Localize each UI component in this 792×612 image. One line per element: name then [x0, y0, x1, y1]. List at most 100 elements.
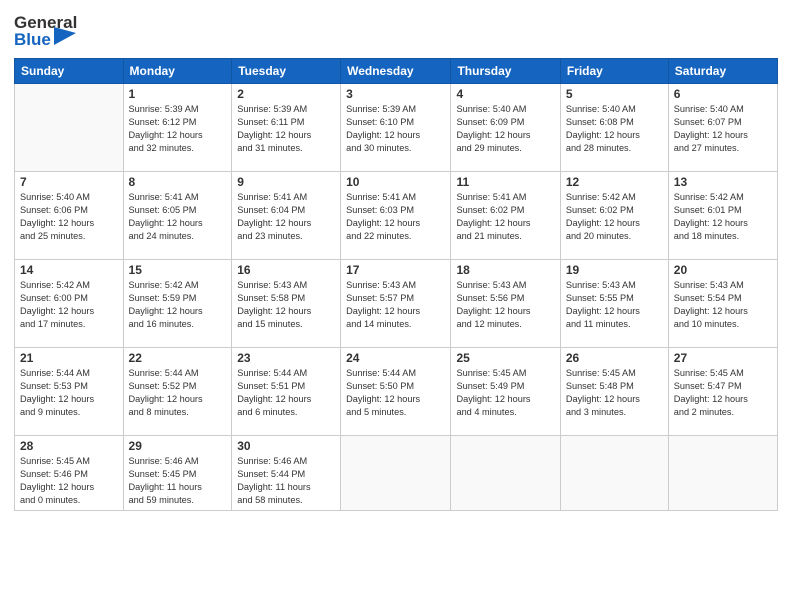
day-number: 9 [237, 175, 335, 189]
calendar-cell [15, 84, 124, 172]
day-info: Sunrise: 5:42 AM Sunset: 6:01 PM Dayligh… [674, 191, 772, 243]
day-number: 19 [566, 263, 663, 277]
calendar-cell: 13 Sunrise: 5:42 AM Sunset: 6:01 PM Dayli… [668, 172, 777, 260]
calendar-cell: 6Sunrise: 5:40 AM Sunset: 6:07 PM Daylig… [668, 84, 777, 172]
calendar-cell: 12 Sunrise: 5:42 AM Sunset: 6:02 PM Dayli… [560, 172, 668, 260]
day-info: Sunrise: 5:44 AM Sunset: 5:52 PM Dayligh… [129, 367, 227, 419]
day-info: Sunrise: 5:39 AM Sunset: 6:12 PM Dayligh… [129, 103, 227, 155]
day-info: Sunrise: 5:42 AM Sunset: 6:00 PM Dayligh… [20, 279, 118, 331]
calendar-cell: 9 Sunrise: 5:41 AM Sunset: 6:04 PM Daylig… [232, 172, 341, 260]
calendar-cell: 10 Sunrise: 5:41 AM Sunset: 6:03 PM Dayli… [341, 172, 451, 260]
calendar-cell: 1 Sunrise: 5:39 AM Sunset: 6:12 PM Daylig… [123, 84, 232, 172]
day-info: Sunrise: 5:40 AM Sunset: 6:09 PM Dayligh… [456, 103, 554, 155]
calendar-cell: 17Sunrise: 5:43 AM Sunset: 5:57 PM Dayli… [341, 260, 451, 348]
day-info: Sunrise: 5:39 AM Sunset: 6:10 PM Dayligh… [346, 103, 445, 155]
calendar-cell [668, 436, 777, 511]
calendar-cell: 23 Sunrise: 5:44 AM Sunset: 5:51 PM Dayli… [232, 348, 341, 436]
calendar-cell [341, 436, 451, 511]
day-info: Sunrise: 5:44 AM Sunset: 5:51 PM Dayligh… [237, 367, 335, 419]
day-number: 29 [129, 439, 227, 453]
calendar-cell: 21 Sunrise: 5:44 AM Sunset: 5:53 PM Dayli… [15, 348, 124, 436]
calendar-week-2: 7 Sunrise: 5:40 AM Sunset: 6:06 PM Daylig… [15, 172, 778, 260]
calendar-cell: 26 Sunrise: 5:45 AM Sunset: 5:48 PM Dayli… [560, 348, 668, 436]
day-info: Sunrise: 5:41 AM Sunset: 6:04 PM Dayligh… [237, 191, 335, 243]
day-number: 21 [20, 351, 118, 365]
day-info: Sunrise: 5:40 AM Sunset: 6:07 PM Dayligh… [674, 103, 772, 155]
day-number: 11 [456, 175, 554, 189]
calendar-cell [560, 436, 668, 511]
calendar-cell: 18 Sunrise: 5:43 AM Sunset: 5:56 PM Dayli… [451, 260, 560, 348]
day-number: 25 [456, 351, 554, 365]
day-number: 5 [566, 87, 663, 101]
day-info: Sunrise: 5:45 AM Sunset: 5:47 PM Dayligh… [674, 367, 772, 419]
day-info: Sunrise: 5:43 AM Sunset: 5:54 PM Dayligh… [674, 279, 772, 331]
day-number: 7 [20, 175, 118, 189]
day-info: Sunrise: 5:40 AM Sunset: 6:08 PM Dayligh… [566, 103, 663, 155]
day-number: 30 [237, 439, 335, 453]
calendar-cell: 2Sunrise: 5:39 AM Sunset: 6:11 PM Daylig… [232, 84, 341, 172]
day-number: 10 [346, 175, 445, 189]
calendar-cell: 7 Sunrise: 5:40 AM Sunset: 6:06 PM Daylig… [15, 172, 124, 260]
calendar-week-4: 21 Sunrise: 5:44 AM Sunset: 5:53 PM Dayli… [15, 348, 778, 436]
day-number: 3 [346, 87, 445, 101]
day-info: Sunrise: 5:41 AM Sunset: 6:02 PM Dayligh… [456, 191, 554, 243]
day-number: 26 [566, 351, 663, 365]
day-info: Sunrise: 5:45 AM Sunset: 5:46 PM Dayligh… [20, 455, 118, 507]
day-info: Sunrise: 5:43 AM Sunset: 5:55 PM Dayligh… [566, 279, 663, 331]
calendar-week-3: 14 Sunrise: 5:42 AM Sunset: 6:00 PM Dayli… [15, 260, 778, 348]
weekday-header-tuesday: Tuesday [232, 59, 341, 84]
day-number: 1 [129, 87, 227, 101]
calendar-page: General Blue SundayMondayTuesd [0, 0, 792, 612]
day-number: 18 [456, 263, 554, 277]
day-info: Sunrise: 5:44 AM Sunset: 5:50 PM Dayligh… [346, 367, 445, 419]
weekday-header-sunday: Sunday [15, 59, 124, 84]
calendar-week-1: 1 Sunrise: 5:39 AM Sunset: 6:12 PM Daylig… [15, 84, 778, 172]
day-number: 2 [237, 87, 335, 101]
day-info: Sunrise: 5:43 AM Sunset: 5:58 PM Dayligh… [237, 279, 335, 331]
calendar-cell: 14 Sunrise: 5:42 AM Sunset: 6:00 PM Dayli… [15, 260, 124, 348]
day-info: Sunrise: 5:40 AM Sunset: 6:06 PM Dayligh… [20, 191, 118, 243]
calendar-cell: 4 Sunrise: 5:40 AM Sunset: 6:09 PM Daylig… [451, 84, 560, 172]
calendar-table: SundayMondayTuesdayWednesdayThursdayFrid… [14, 58, 778, 511]
day-info: Sunrise: 5:42 AM Sunset: 5:59 PM Dayligh… [129, 279, 227, 331]
day-number: 14 [20, 263, 118, 277]
weekday-header-row: SundayMondayTuesdayWednesdayThursdayFrid… [15, 59, 778, 84]
day-info: Sunrise: 5:43 AM Sunset: 5:57 PM Dayligh… [346, 279, 445, 331]
calendar-cell: 28 Sunrise: 5:45 AM Sunset: 5:46 PM Dayli… [15, 436, 124, 511]
calendar-cell: 27 Sunrise: 5:45 AM Sunset: 5:47 PM Dayli… [668, 348, 777, 436]
day-number: 16 [237, 263, 335, 277]
weekday-header-monday: Monday [123, 59, 232, 84]
logo: General Blue [14, 14, 77, 50]
calendar-cell: 16 Sunrise: 5:43 AM Sunset: 5:58 PM Dayli… [232, 260, 341, 348]
calendar-cell: 30 Sunrise: 5:46 AM Sunset: 5:44 PM Dayli… [232, 436, 341, 511]
day-number: 15 [129, 263, 227, 277]
calendar-body: 1 Sunrise: 5:39 AM Sunset: 6:12 PM Daylig… [15, 84, 778, 511]
day-number: 22 [129, 351, 227, 365]
day-number: 27 [674, 351, 772, 365]
day-number: 20 [674, 263, 772, 277]
calendar-cell: 24 Sunrise: 5:44 AM Sunset: 5:50 PM Dayli… [341, 348, 451, 436]
day-info: Sunrise: 5:46 AM Sunset: 5:44 PM Dayligh… [237, 455, 335, 507]
calendar-cell: 5 Sunrise: 5:40 AM Sunset: 6:08 PM Daylig… [560, 84, 668, 172]
day-number: 8 [129, 175, 227, 189]
weekday-header-friday: Friday [560, 59, 668, 84]
day-number: 4 [456, 87, 554, 101]
calendar-cell: 25Sunrise: 5:45 AM Sunset: 5:49 PM Dayli… [451, 348, 560, 436]
day-number: 28 [20, 439, 118, 453]
calendar-cell: 22 Sunrise: 5:44 AM Sunset: 5:52 PM Dayli… [123, 348, 232, 436]
day-info: Sunrise: 5:41 AM Sunset: 6:05 PM Dayligh… [129, 191, 227, 243]
day-info: Sunrise: 5:43 AM Sunset: 5:56 PM Dayligh… [456, 279, 554, 331]
day-info: Sunrise: 5:44 AM Sunset: 5:53 PM Dayligh… [20, 367, 118, 419]
weekday-header-wednesday: Wednesday [341, 59, 451, 84]
calendar-cell: 19 Sunrise: 5:43 AM Sunset: 5:55 PM Dayli… [560, 260, 668, 348]
day-info: Sunrise: 5:41 AM Sunset: 6:03 PM Dayligh… [346, 191, 445, 243]
day-info: Sunrise: 5:42 AM Sunset: 6:02 PM Dayligh… [566, 191, 663, 243]
calendar-cell: 8 Sunrise: 5:41 AM Sunset: 6:05 PM Daylig… [123, 172, 232, 260]
day-info: Sunrise: 5:45 AM Sunset: 5:48 PM Dayligh… [566, 367, 663, 419]
day-number: 13 [674, 175, 772, 189]
day-number: 23 [237, 351, 335, 365]
weekday-header-thursday: Thursday [451, 59, 560, 84]
day-number: 12 [566, 175, 663, 189]
day-number: 24 [346, 351, 445, 365]
calendar-cell [451, 436, 560, 511]
